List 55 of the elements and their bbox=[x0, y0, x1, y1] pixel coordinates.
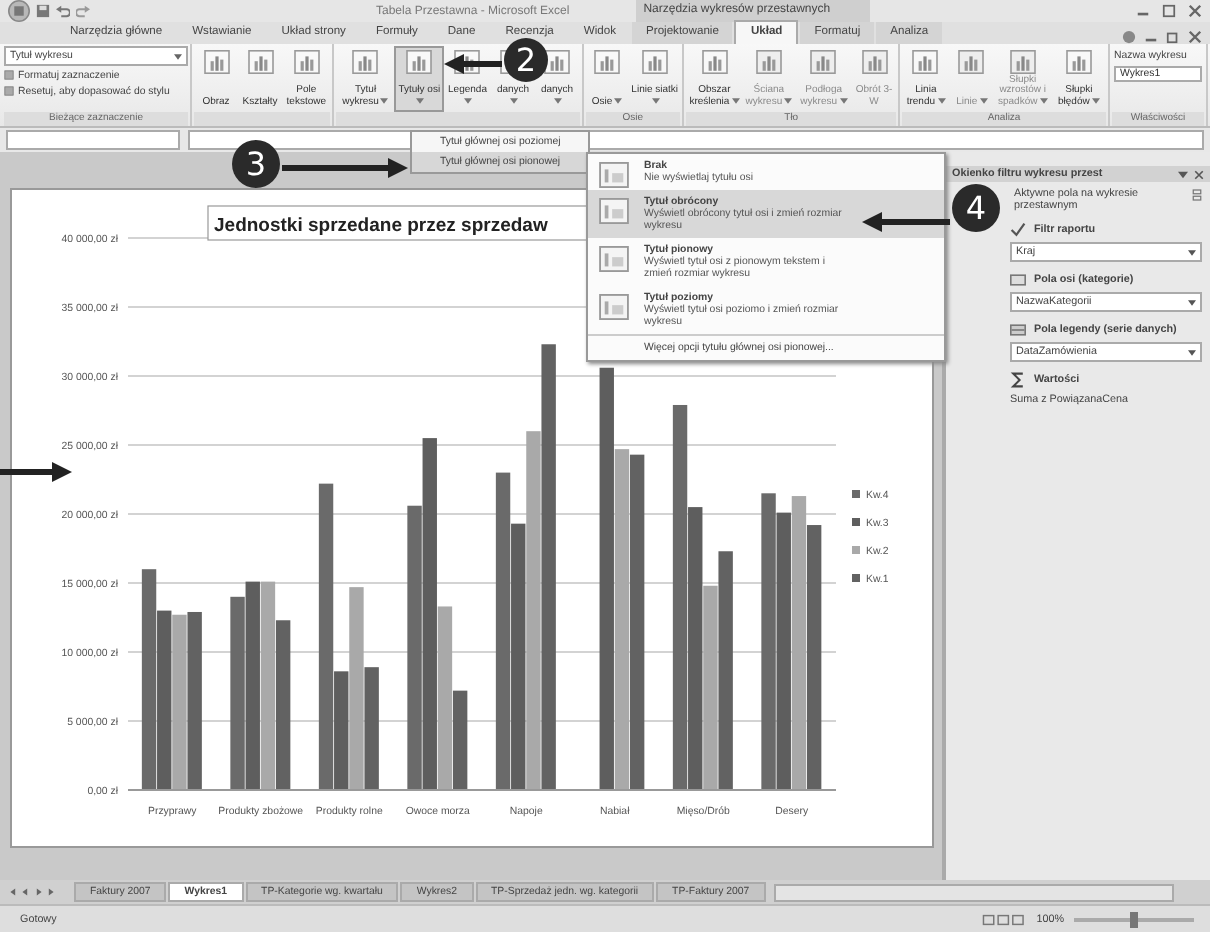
chart-icon bbox=[641, 50, 668, 74]
axis-title-layout-icon bbox=[598, 162, 630, 188]
chart-title: Jednostki sprzedane przez sprzedaw bbox=[214, 215, 549, 237]
chart-icon bbox=[958, 50, 985, 74]
chart-icon bbox=[203, 50, 229, 74]
chart-icon bbox=[293, 50, 320, 74]
restore-icon[interactable] bbox=[1166, 30, 1180, 44]
chart-icon bbox=[247, 50, 273, 74]
chart-icon bbox=[701, 50, 728, 74]
save-icon[interactable] bbox=[36, 4, 50, 18]
caret-icon[interactable] bbox=[1178, 169, 1188, 179]
sheet-navigation-icon[interactable] bbox=[8, 886, 56, 898]
chart-icon bbox=[406, 50, 433, 74]
step-callout-tooltip: 4 bbox=[952, 184, 1000, 232]
axis-fields-icon bbox=[1010, 272, 1026, 288]
caret-icon bbox=[1188, 349, 1196, 355]
step-callout-tooltip: 3 bbox=[232, 140, 280, 188]
close-icon[interactable] bbox=[1188, 4, 1202, 18]
redo-icon[interactable] bbox=[76, 4, 90, 18]
close-icon[interactable] bbox=[1188, 30, 1202, 44]
layout-icon[interactable] bbox=[1192, 188, 1202, 202]
chart-icon bbox=[912, 50, 939, 74]
chart-icon bbox=[755, 50, 782, 74]
check-icon bbox=[1010, 222, 1026, 238]
axis-title-layout-icon bbox=[598, 246, 630, 272]
callout-arrow bbox=[444, 54, 502, 74]
sigma-icon bbox=[1010, 372, 1026, 388]
name-box[interactable] bbox=[6, 130, 180, 150]
axis-title-layout-icon bbox=[598, 294, 630, 320]
chart-icon bbox=[594, 50, 620, 74]
chart-icon bbox=[352, 50, 379, 74]
chart-icon bbox=[1009, 50, 1036, 74]
office-button-icon[interactable] bbox=[8, 0, 30, 22]
undo-icon[interactable] bbox=[56, 4, 70, 18]
chart-icon bbox=[810, 50, 837, 74]
zoom-slider-thumb[interactable] bbox=[1130, 911, 1138, 927]
chart-title[interactable]: Jednostki sprzedane przez sprzedaw bbox=[207, 205, 589, 241]
maximize-icon[interactable] bbox=[1162, 4, 1176, 18]
callout-arrow bbox=[0, 462, 72, 482]
chart-icon bbox=[544, 50, 570, 74]
callout-arrow bbox=[282, 158, 408, 178]
close-icon[interactable] bbox=[1194, 169, 1204, 179]
view-buttons-icon[interactable] bbox=[982, 913, 1027, 925]
caret-icon bbox=[174, 53, 182, 59]
chart-icon bbox=[861, 50, 888, 74]
callout-arrow bbox=[862, 212, 950, 232]
chart-icon bbox=[1065, 50, 1092, 74]
caret-icon bbox=[1188, 249, 1196, 255]
caret-icon bbox=[1188, 299, 1196, 305]
axis-title-layout-icon bbox=[598, 198, 630, 224]
legend-fields-icon bbox=[1010, 322, 1026, 338]
step-callout-tooltip: 2 bbox=[504, 38, 548, 82]
square-icon bbox=[4, 86, 14, 96]
horizontal-scrollbar[interactable] bbox=[773, 883, 1174, 901]
square-icon bbox=[4, 70, 14, 80]
